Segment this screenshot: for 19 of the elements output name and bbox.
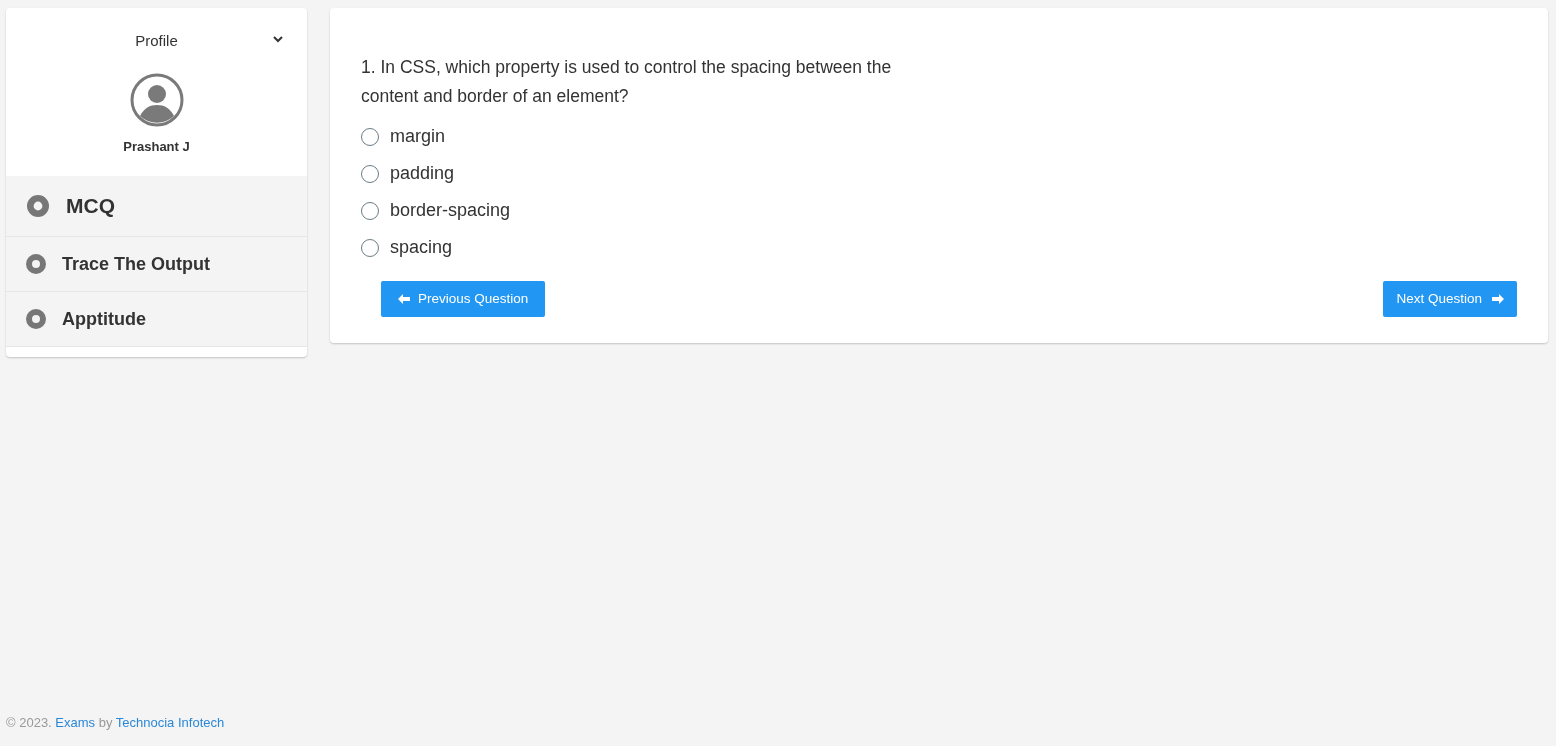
profile-label: Profile [135,31,178,51]
arrow-left-icon [398,294,410,304]
chevron-down-icon[interactable] [273,36,283,43]
question-text: 1. In CSS, which property is used to control the spacing between the content and border of an element? [361,56,893,108]
answer-option[interactable]: margin [361,125,1517,148]
radio-dot-icon [26,309,46,329]
answer-option[interactable]: border-spacing [361,199,1517,222]
answer-option[interactable]: spacing [361,236,1517,259]
sidebar-item[interactable]: Trace The Output [6,237,307,292]
radio-dot-icon [27,195,49,217]
radio-dot-icon [26,254,46,274]
user-name: Prashant J [123,137,190,156]
footer-link[interactable]: Technocia Infotech [115,715,225,730]
footer-text: © 2023. Exams by Technocia Infotech [6,714,225,732]
sidebar-item[interactable]: Apptitude [6,292,307,347]
answer-option[interactable]: padding [361,162,1517,185]
user-avatar-icon [129,72,184,127]
sidebar-item[interactable]: MCQ [6,176,307,237]
arrow-right-icon [1492,294,1504,304]
